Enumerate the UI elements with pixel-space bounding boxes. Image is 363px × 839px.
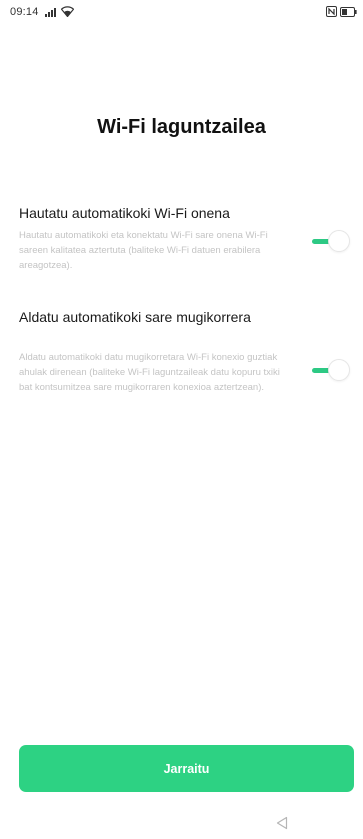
setting-title: Aldatu automatikoki sare mugikorrera bbox=[19, 309, 251, 325]
toggle-knob bbox=[328, 230, 350, 252]
toggle-knob bbox=[328, 359, 350, 381]
status-time: 09:14 bbox=[10, 6, 39, 18]
setting-description: Aldatu automatikoki datu mugikorretara W… bbox=[19, 352, 280, 393]
wifi-icon bbox=[61, 6, 74, 17]
back-triangle-icon[interactable] bbox=[276, 816, 288, 830]
page-title: Wi-Fi laguntzailea bbox=[97, 116, 266, 138]
battery-icon bbox=[340, 7, 357, 17]
status-bar: 09:14 bbox=[0, 0, 363, 24]
auto-select-wifi-toggle[interactable] bbox=[310, 230, 352, 254]
auto-switch-mobile-toggle[interactable] bbox=[310, 359, 352, 383]
setting-description: Hautatu automatikoki eta konektatu Wi-Fi… bbox=[19, 230, 268, 271]
nfc-icon bbox=[326, 6, 337, 17]
continue-button[interactable]: Jarraitu bbox=[19, 745, 354, 792]
setting-auto-switch-mobile: Aldatu automatikoki sare mugikorrera Ald… bbox=[19, 308, 352, 443]
setting-auto-select-wifi: Hautatu automatikoki Wi-Fi onena Hautatu… bbox=[19, 204, 352, 276]
setting-title: Hautatu automatikoki Wi-Fi onena bbox=[19, 205, 230, 221]
signal-icon bbox=[45, 8, 56, 17]
